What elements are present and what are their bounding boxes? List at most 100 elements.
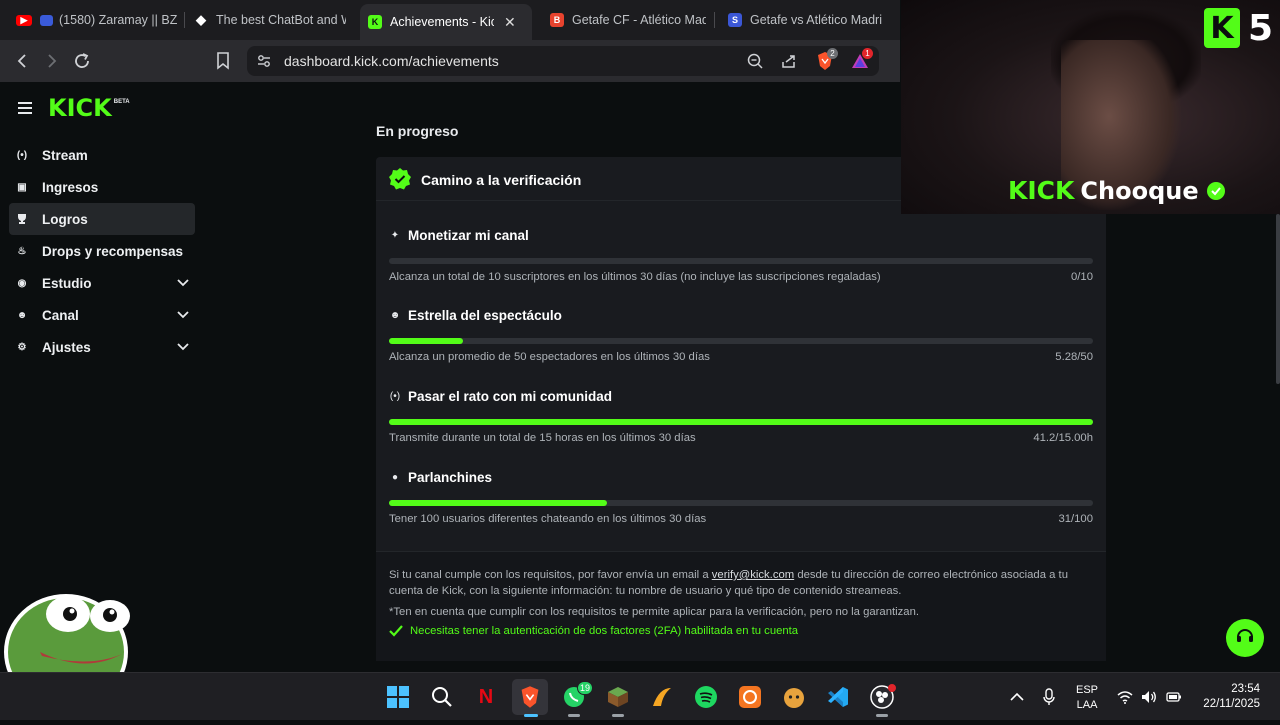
users-icon: ☻ (16, 309, 28, 321)
app-icon[interactable] (650, 685, 674, 709)
browser-tab-5[interactable]: S Getafe vs Atlético Madri (720, 6, 892, 34)
chevron-down-icon[interactable] (177, 308, 189, 319)
netflix-icon[interactable]: N (474, 685, 498, 709)
alerts-badge: 1 (862, 48, 873, 59)
support-chat-button[interactable] (1226, 619, 1264, 657)
gear-icon: ⚙ (17, 341, 27, 353)
browser-tab-1[interactable]: ▶ (1580) Zaramay || BZ (8, 6, 186, 34)
goal-title: Parlanchines (408, 470, 493, 485)
corner-number: 5 (1248, 7, 1274, 49)
sidebar-item-label: Ajustes (42, 339, 91, 355)
disclaimer-text: *Ten en cuenta que cumplir con los requi… (389, 606, 919, 618)
browser-tab-bar: ▶ (1580) Zaramay || BZ ◆ The best ChatBo… (0, 0, 900, 40)
headset-icon (1235, 626, 1255, 651)
progress-bar (389, 338, 1093, 344)
sidebar-item-label: Stream (42, 147, 88, 163)
goal-value: 31/100 (1058, 513, 1093, 525)
broadcast-icon: (•) (16, 149, 28, 161)
browser-tab-4[interactable]: B Getafe CF - Atlético Mad (542, 6, 714, 34)
zoom-icon[interactable] (747, 53, 763, 74)
cat-app-icon[interactable] (782, 685, 806, 709)
sidebar-item-label: Drops y recompensas (42, 243, 184, 259)
check-icon (389, 625, 403, 637)
brave-browser-icon[interactable] (518, 685, 542, 709)
sidebar-item-ingresos[interactable]: ▣ Ingresos (9, 171, 195, 203)
window-icon (40, 14, 53, 26)
sidebar-item-logros[interactable]: Logros (9, 203, 195, 235)
section-title: En progreso (376, 123, 459, 139)
twofa-notice: Necesitas tener la autenticación de dos … (389, 625, 798, 637)
gift-icon: ♨ (17, 245, 27, 257)
goal-item: ✦ Monetizar mi canal Alcanza un total de… (389, 228, 1093, 298)
youtube-icon: ▶ (16, 14, 32, 26)
minecraft-icon[interactable] (606, 685, 630, 709)
crunchyroll-icon[interactable] (738, 685, 762, 709)
progress-fill (389, 500, 608, 506)
stream-corner-logo: K 5 (1204, 4, 1276, 52)
goal-description: Alcanza un total de 10 suscriptores en l… (389, 271, 881, 283)
chevron-down-icon[interactable] (177, 276, 189, 287)
site-settings-icon[interactable] (257, 54, 271, 73)
twofa-text: Necesitas tener la autenticación de dos … (410, 625, 799, 637)
forward-icon[interactable] (41, 50, 63, 72)
kick-logo[interactable]: KICK (48, 94, 112, 122)
sparkle-icon: ✦ (390, 229, 400, 241)
studio-icon: ◉ (17, 277, 27, 289)
browser-toolbar: dashboard.kick.com/achievements 2 1 (0, 40, 900, 82)
progress-bar (389, 419, 1093, 425)
tab-title: The best ChatBot and W (216, 13, 346, 27)
reload-icon[interactable] (71, 50, 93, 72)
sidebar-item-drops[interactable]: ♨ Drops y recompensas (9, 235, 195, 267)
streamer-name: Chooque (1080, 176, 1199, 205)
sidebar-item-ajustes[interactable]: ⚙ Ajustes (9, 331, 195, 363)
tray-overflow-icon[interactable] (1010, 673, 1024, 721)
goal-value: 0/10 (1071, 271, 1093, 283)
sidebar-item-label: Estudio (42, 275, 92, 291)
whatsapp-badge: 19 (577, 681, 593, 695)
progress-fill (389, 338, 464, 344)
active-indicator (524, 714, 538, 717)
wifi-icon[interactable] (1117, 673, 1133, 721)
keyboard-language[interactable]: ESP LAA (1076, 683, 1098, 713)
clock-time: 23:54 (1231, 683, 1260, 695)
sidebar-item-label: Canal (42, 307, 79, 323)
chart-icon: ▣ (17, 181, 27, 193)
system-clock[interactable]: 23:54 22/11/2025 (1203, 682, 1260, 712)
spotify-icon[interactable] (694, 685, 718, 709)
brand-icon: B (550, 13, 564, 27)
verify-email-link[interactable]: verify@kick.com (712, 569, 794, 581)
windows-taskbar: N 19 ESP LAA 23:54 22/11/2025 (0, 672, 1280, 720)
back-icon[interactable] (11, 50, 33, 72)
progress-fill (389, 419, 1093, 425)
browser-tab-3[interactable]: K Achievements - Kick ✕ (360, 4, 532, 40)
share-icon[interactable] (781, 53, 797, 74)
address-bar[interactable]: dashboard.kick.com/achievements 2 1 (247, 46, 879, 76)
goal-item: ● Parlanchines Tener 100 usuarios difere… (389, 470, 1093, 540)
sidebar-item-canal[interactable]: ☻ Canal (9, 299, 195, 331)
bookmark-icon[interactable] (212, 50, 234, 72)
chatbot-icon: ◆ (196, 12, 206, 27)
chevron-down-icon[interactable] (177, 340, 189, 351)
windows-start-icon[interactable] (386, 685, 410, 709)
goal-item: ☻ Estrella del espectáculo Alcanza un pr… (389, 308, 1093, 378)
browser-tab-2[interactable]: ◆ The best ChatBot and W (186, 6, 354, 34)
close-tab-icon[interactable]: ✕ (504, 14, 516, 31)
sidebar-item-stream[interactable]: (•) Stream (9, 139, 195, 171)
goal-description: Transmite durante un total de 15 horas e… (389, 432, 696, 444)
sidebar-item-estudio[interactable]: ◉ Estudio (9, 267, 195, 299)
menu-icon[interactable] (18, 102, 32, 114)
microphone-icon[interactable] (1043, 673, 1055, 721)
vscode-icon[interactable] (826, 685, 850, 709)
goal-title: Pasar el rato con mi comunidad (408, 389, 613, 404)
battery-icon[interactable] (1166, 673, 1182, 721)
goal-title: Estrella del espectáculo (408, 308, 562, 323)
goal-value: 41.2/15.00h (1033, 432, 1093, 444)
tab-separator (714, 12, 715, 28)
scrollbar[interactable] (1276, 214, 1280, 384)
volume-icon[interactable] (1141, 673, 1157, 721)
verification-info: Si tu canal cumple con los requisitos, p… (376, 551, 1106, 661)
progress-bar (389, 500, 1093, 506)
streamer-tag: KICK Chooque (1008, 176, 1225, 205)
layout-code: LAA (1076, 699, 1098, 711)
search-icon[interactable] (430, 685, 454, 709)
